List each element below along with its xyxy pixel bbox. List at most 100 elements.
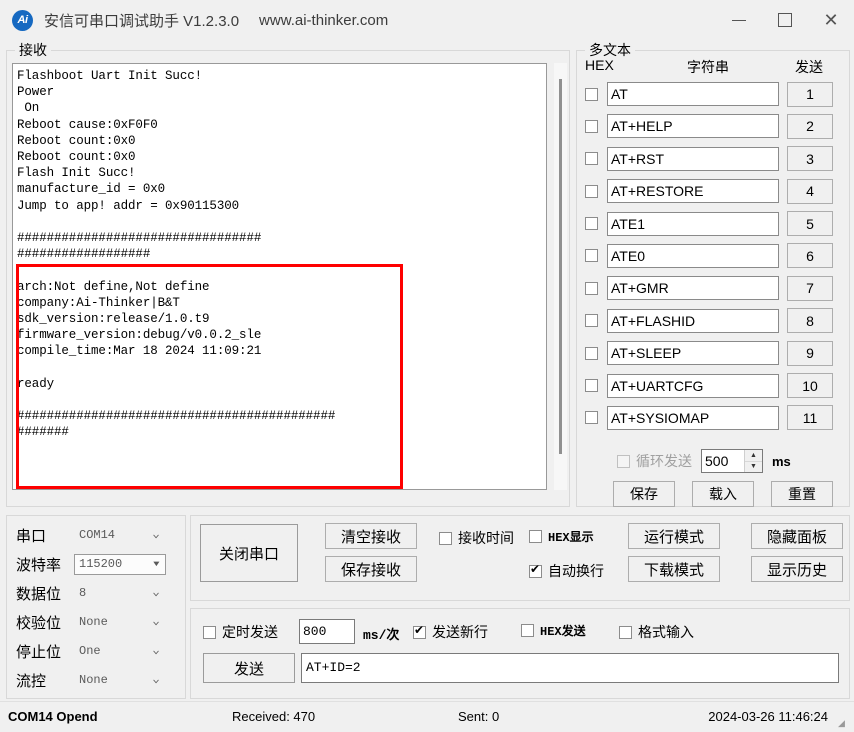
command-input-11[interactable]: AT+SYSIOMAP (607, 405, 779, 430)
send-command-button-9[interactable]: 9 (787, 340, 833, 366)
run-mode-button[interactable]: 运行模式 (628, 523, 720, 549)
loop-send-checkbox[interactable] (617, 454, 630, 468)
multitext-row: ATE1 5 (577, 211, 849, 237)
hex-display-option[interactable]: HEX显示 (529, 528, 594, 545)
hex-checkbox-10[interactable] (585, 379, 598, 393)
send-newline-checkbox[interactable] (413, 623, 426, 639)
send-newline-label: 发送新行 (432, 624, 488, 640)
serial-setting-value: 8 (79, 586, 87, 600)
send-command-button-2[interactable]: 2 (787, 113, 833, 139)
receive-textarea[interactable]: Flashboot Uart Init Succ! Power On Reboo… (12, 63, 547, 490)
minimize-icon (732, 19, 746, 21)
spin-down-icon[interactable]: ▼ (745, 460, 762, 473)
serial-setting-dropdown[interactable]: None ⌄ (74, 611, 166, 633)
chevron-down-icon: ⌄ (152, 675, 160, 686)
format-input-option[interactable]: 格式输入 (619, 622, 694, 642)
serial-setting-label: 串口 (16, 527, 47, 545)
close-button[interactable]: ✕ (808, 0, 854, 40)
send-options: 定时发送 800 ms/次 发送新行 HEX发送 格式输入 (191, 619, 849, 645)
command-input-4[interactable]: AT+RESTORE (607, 179, 779, 204)
save-receive-button[interactable]: 保存接收 (325, 556, 417, 582)
maximize-button[interactable] (762, 0, 808, 40)
toggle-port-button[interactable]: 关闭串口 (200, 524, 298, 582)
send-newline-option[interactable]: 发送新行 (413, 622, 488, 642)
hex-send-checkbox[interactable] (521, 624, 534, 637)
spin-up-icon[interactable]: ▲ (745, 450, 762, 461)
loop-interval-unit: ms (772, 453, 791, 469)
multitext-row: AT+UARTCFG 10 (577, 373, 849, 399)
command-input-5[interactable]: ATE1 (607, 211, 779, 236)
format-input-checkbox[interactable] (619, 625, 632, 639)
hex-checkbox-3[interactable] (585, 152, 598, 166)
multitext-header: HEX 字符串 发送 (577, 57, 849, 77)
hex-checkbox-4[interactable] (585, 184, 598, 198)
command-input-10[interactable]: AT+UARTCFG (607, 373, 779, 398)
hex-checkbox-9[interactable] (585, 346, 598, 360)
command-input-3[interactable]: AT+RST (607, 146, 779, 171)
auto-wrap-option[interactable]: 自动换行 (529, 561, 604, 581)
title-bar: Ai 安信可串口调试助手 V1.2.3.0 www.ai-thinker.com… (0, 0, 854, 40)
command-input-8[interactable]: AT+FLASHID (607, 308, 779, 333)
send-command-button-10[interactable]: 10 (787, 373, 833, 399)
send-text-input[interactable]: AT+ID=2 (301, 653, 839, 683)
hex-checkbox-8[interactable] (585, 314, 598, 328)
hide-panel-button[interactable]: 隐藏面板 (751, 523, 843, 549)
send-command-button-4[interactable]: 4 (787, 178, 833, 204)
download-mode-button[interactable]: 下载模式 (628, 556, 720, 582)
hex-display-checkbox[interactable] (529, 530, 542, 543)
timed-send-option[interactable]: 定时发送 (203, 622, 278, 642)
send-command-button-8[interactable]: 8 (787, 308, 833, 334)
timed-send-checkbox[interactable] (203, 625, 216, 639)
reset-preset-button[interactable]: 重置 (771, 481, 833, 507)
receive-time-checkbox[interactable] (439, 531, 452, 545)
multitext-row: ATE0 6 (577, 243, 849, 269)
hex-checkbox-5[interactable] (585, 217, 598, 231)
receive-scrollbar-thumb[interactable] (559, 79, 562, 454)
serial-settings-rows: 串口 COM14 ⌄ 波特率 115200 ▼ 数据位 8 ⌄ 校验位 None ⌄ 停止位 One ⌄ 流控… (16, 524, 166, 698)
hex-checkbox-2[interactable] (585, 119, 598, 133)
multitext-row: AT+HELP 2 (577, 113, 849, 139)
command-input-6[interactable]: ATE0 (607, 243, 779, 268)
receive-scrollbar[interactable] (554, 63, 567, 490)
command-input-1[interactable]: AT (607, 82, 779, 106)
serial-setting-value: None (79, 615, 108, 629)
serial-setting-dropdown[interactable]: 8 ⌄ (74, 582, 166, 604)
save-preset-button[interactable]: 保存 (613, 481, 675, 507)
hex-checkbox-11[interactable] (585, 411, 598, 425)
send-command-button-6[interactable]: 6 (787, 243, 833, 269)
hex-checkbox-6[interactable] (585, 249, 598, 263)
serial-setting-dropdown[interactable]: COM14 ⌄ (74, 524, 166, 546)
hex-send-option[interactable]: HEX发送 (521, 622, 586, 639)
load-preset-button[interactable]: 载入 (692, 481, 754, 507)
command-input-9[interactable]: AT+SLEEP (607, 341, 779, 366)
serial-setting-label: 停止位 (16, 643, 62, 661)
send-command-button-3[interactable]: 3 (787, 146, 833, 172)
serial-setting-dropdown[interactable]: None ⌄ (74, 669, 166, 691)
clear-receive-button[interactable]: 清空接收 (325, 523, 417, 549)
serial-setting-label: 流控 (16, 672, 47, 690)
serial-setting-dropdown[interactable]: 115200 ▼ (74, 553, 166, 575)
loop-interval-value[interactable]: 500 (702, 450, 744, 472)
control-panel: 关闭串口 清空接收 保存接收 接收时间 HEX显示 自动换行 运行模式 下载模式… (190, 515, 850, 601)
hex-checkbox-7[interactable] (585, 281, 598, 295)
send-command-button-1[interactable]: 1 (787, 81, 833, 107)
auto-wrap-checkbox[interactable] (529, 562, 542, 578)
loop-interval-stepper[interactable]: 500 ▲ ▼ (701, 449, 763, 473)
show-history-button[interactable]: 显示历史 (751, 556, 843, 582)
serial-setting-dropdown[interactable]: One ⌄ (74, 640, 166, 662)
connection-status: COM14 Opend (8, 709, 98, 724)
send-command-button-7[interactable]: 7 (787, 275, 833, 301)
serial-setting-label: 数据位 (16, 585, 62, 603)
resize-grip-icon[interactable]: ◢ (838, 717, 850, 729)
command-input-2[interactable]: AT+HELP (607, 114, 779, 139)
command-input-7[interactable]: AT+GMR (607, 276, 779, 301)
minimize-button[interactable] (716, 0, 762, 40)
hex-checkbox-1[interactable] (585, 87, 598, 101)
receive-time-option[interactable]: 接收时间 (439, 528, 514, 548)
send-button[interactable]: 发送 (203, 653, 295, 683)
status-bar: COM14 Opend Received: 470 Sent: 0 2024-0… (0, 701, 854, 732)
send-command-button-11[interactable]: 11 (787, 405, 833, 431)
send-column-header: 发送 (795, 59, 823, 75)
send-interval-input[interactable]: 800 (299, 619, 355, 644)
send-command-button-5[interactable]: 5 (787, 211, 833, 237)
